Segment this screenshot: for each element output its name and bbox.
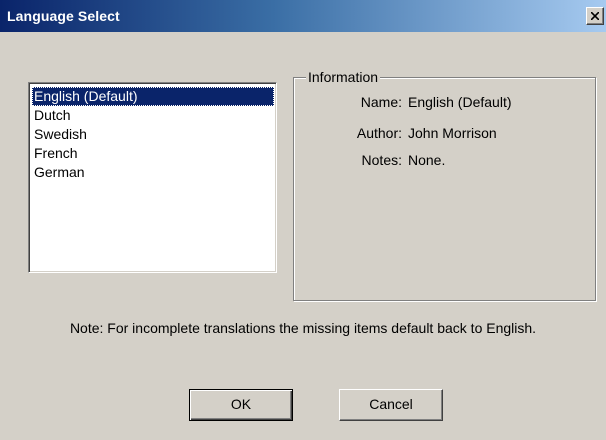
close-button[interactable] bbox=[586, 7, 604, 25]
information-group: Information Name: English (Default) Auth… bbox=[293, 69, 596, 301]
notes-value: None. bbox=[408, 152, 446, 168]
language-item-swedish[interactable]: Swedish bbox=[32, 125, 274, 144]
window-title: Language Select bbox=[7, 8, 120, 24]
language-select-dialog: Language Select English (Default) Dutch … bbox=[0, 0, 606, 440]
information-legend: Information bbox=[306, 69, 381, 85]
language-item-german[interactable]: German bbox=[32, 163, 274, 182]
close-icon bbox=[591, 12, 599, 20]
name-value: English (Default) bbox=[408, 94, 512, 110]
title-bar[interactable]: Language Select bbox=[0, 0, 606, 32]
language-item-dutch[interactable]: Dutch bbox=[32, 106, 274, 125]
translation-note: Note: For incomplete translations the mi… bbox=[69, 320, 537, 336]
name-label: Name: bbox=[360, 94, 402, 110]
language-list[interactable]: English (Default) Dutch Swedish French G… bbox=[28, 82, 277, 273]
notes-label: Notes: bbox=[361, 152, 402, 168]
author-label: Author: bbox=[356, 125, 402, 141]
cancel-button[interactable]: Cancel bbox=[339, 389, 443, 421]
language-item-french[interactable]: French bbox=[32, 144, 274, 163]
author-value: John Morrison bbox=[408, 125, 497, 141]
ok-button[interactable]: OK bbox=[189, 389, 293, 421]
language-item-english[interactable]: English (Default) bbox=[32, 87, 274, 106]
